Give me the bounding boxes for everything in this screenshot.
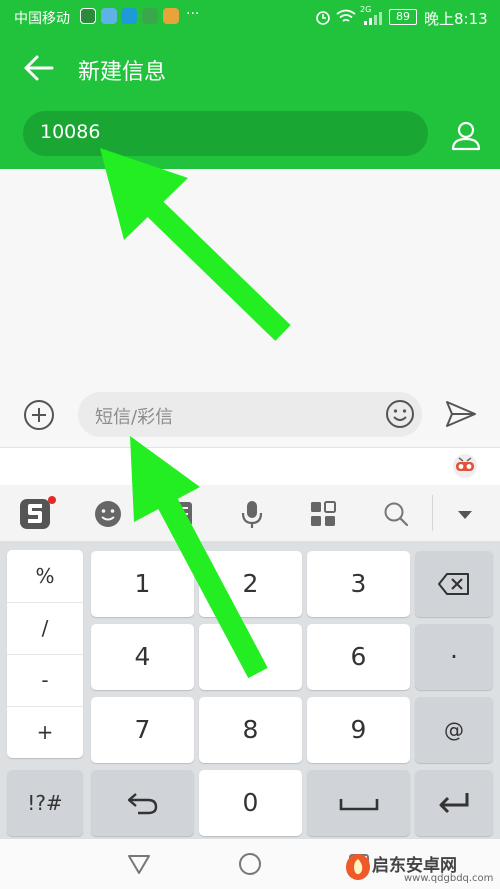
at-key[interactable]: @: [415, 697, 493, 763]
notification-app-icon: [121, 8, 137, 24]
key-7[interactable]: 7: [91, 697, 194, 763]
return-key[interactable]: [91, 770, 194, 836]
notification-app-icon: [80, 8, 96, 24]
key-4[interactable]: 4: [91, 624, 194, 690]
sogou-logo-icon[interactable]: [18, 495, 58, 531]
key-5[interactable]: 5: [199, 624, 302, 690]
key-6[interactable]: 6: [307, 624, 410, 690]
nav-back-icon[interactable]: [126, 852, 152, 876]
keyboard-layout-icon[interactable]: [166, 499, 196, 529]
alarm-icon: [316, 11, 330, 25]
backspace-icon: [438, 573, 469, 595]
key-2[interactable]: 2: [199, 551, 302, 617]
enter-icon: [439, 793, 469, 814]
wifi-icon: [336, 9, 356, 22]
notification-app-icon: [101, 8, 117, 24]
message-input[interactable]: 短信/彩信: [78, 392, 422, 437]
nav-home-icon[interactable]: [238, 852, 262, 876]
space-icon: [339, 799, 378, 811]
ime-candidate-strip: [0, 447, 500, 486]
status-bar: 中国移动 ··· 2G 89 晚上8:13: [0, 0, 500, 34]
signal-icon: [364, 12, 382, 25]
undo-return-icon: [127, 793, 157, 815]
clock: 晚上8:13: [424, 10, 488, 28]
contact-picker-icon[interactable]: [448, 118, 484, 154]
page-title: 新建信息: [78, 60, 167, 85]
search-icon[interactable]: [381, 499, 411, 529]
add-attachment-icon[interactable]: [22, 398, 56, 432]
key-1[interactable]: 1: [91, 551, 194, 617]
symbol-key[interactable]: %: [7, 550, 83, 603]
watermark-url: www.qdgbdq.com: [404, 873, 494, 884]
notification-app-icon: [163, 8, 179, 24]
carrier-label: 中国移动: [14, 11, 70, 27]
recipient-value: 10086: [40, 121, 101, 143]
enter-key[interactable]: [415, 770, 493, 836]
toolbar-divider: [432, 495, 433, 531]
symbol-column: % / - +: [7, 550, 83, 758]
recipient-input[interactable]: 10086: [23, 111, 428, 156]
more-notifications-label: ···: [186, 6, 200, 22]
toolbox-grid-icon[interactable]: [308, 499, 338, 529]
symbol-toggle-key[interactable]: !?#: [7, 770, 83, 836]
key-0[interactable]: 0: [199, 770, 302, 836]
ime-mascot-icon[interactable]: [450, 452, 480, 480]
dot-key[interactable]: ·: [415, 624, 493, 690]
battery-indicator: 89: [389, 9, 417, 25]
notification-app-icon: [142, 8, 158, 24]
backspace-key[interactable]: [415, 551, 493, 617]
key-8[interactable]: 8: [199, 697, 302, 763]
emoji-panel-icon[interactable]: [93, 499, 123, 529]
watermark-logo-icon: [346, 854, 370, 880]
message-placeholder: 短信/彩信: [95, 407, 174, 428]
symbol-key[interactable]: -: [7, 654, 83, 707]
space-key[interactable]: [307, 770, 410, 836]
key-9[interactable]: 9: [307, 697, 410, 763]
chevron-down-icon[interactable]: [450, 499, 480, 529]
voice-input-icon[interactable]: [237, 499, 267, 529]
back-arrow-icon[interactable]: [22, 48, 56, 88]
symbol-key[interactable]: +: [7, 706, 83, 758]
key-3[interactable]: 3: [307, 551, 410, 617]
emoji-icon[interactable]: [384, 398, 416, 430]
send-icon[interactable]: [444, 399, 478, 429]
symbol-key[interactable]: /: [7, 602, 83, 655]
